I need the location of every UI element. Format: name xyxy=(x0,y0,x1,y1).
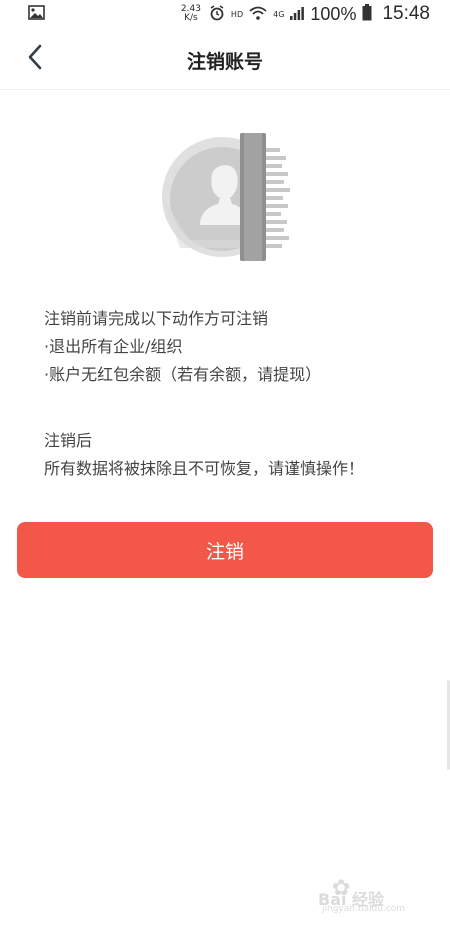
deactivation-info: 注销前请完成以下动作方可注销 ·退出所有企业/组织 ·账户无红包余额（若有余额，… xyxy=(44,305,424,483)
after-warning: 所有数据将被抹除且不可恢复，请谨慎操作！ xyxy=(44,459,365,478)
status-right: 2.43 K/s HD 4G 100% 15:48 xyxy=(181,3,430,25)
clock: 15:48 xyxy=(382,3,430,24)
deactivate-button-label: 注销 xyxy=(205,540,244,563)
baidu-jingyan-watermark: ✿ Bai 经验 jingyan.baidu.com xyxy=(318,876,428,916)
shredded-avatar-illustration xyxy=(160,130,290,265)
alarm-icon xyxy=(209,4,225,24)
nav-header: 注销账号 xyxy=(0,28,450,90)
battery-percent: 100% xyxy=(310,3,357,24)
net-speed: 2.43 K/s xyxy=(181,5,201,23)
status-left xyxy=(28,4,45,24)
page-title: 注销账号 xyxy=(186,51,263,73)
gallery-notification-icon xyxy=(28,4,45,24)
hd-badge: HD xyxy=(230,9,244,19)
wifi-icon xyxy=(249,6,267,23)
net-speed-unit: K/s xyxy=(184,13,198,23)
after-title: 注销后 xyxy=(44,431,93,450)
net-type-label: 4G xyxy=(273,9,285,19)
signal-icon xyxy=(290,6,305,23)
watermark-sub: jingyan.baidu.com xyxy=(322,904,406,914)
battery-icon xyxy=(362,4,372,24)
deactivate-button[interactable]: 注销 xyxy=(17,522,433,578)
step-exit-organizations: ·退出所有企业/组织 xyxy=(44,337,183,356)
pre-conditions-title: 注销前请完成以下动作方可注销 xyxy=(44,309,269,328)
step-clear-balance: ·账户无红包余额（若有余额，请提现） xyxy=(44,365,322,384)
status-bar: 2.43 K/s HD 4G 100% 15:48 xyxy=(0,0,450,28)
